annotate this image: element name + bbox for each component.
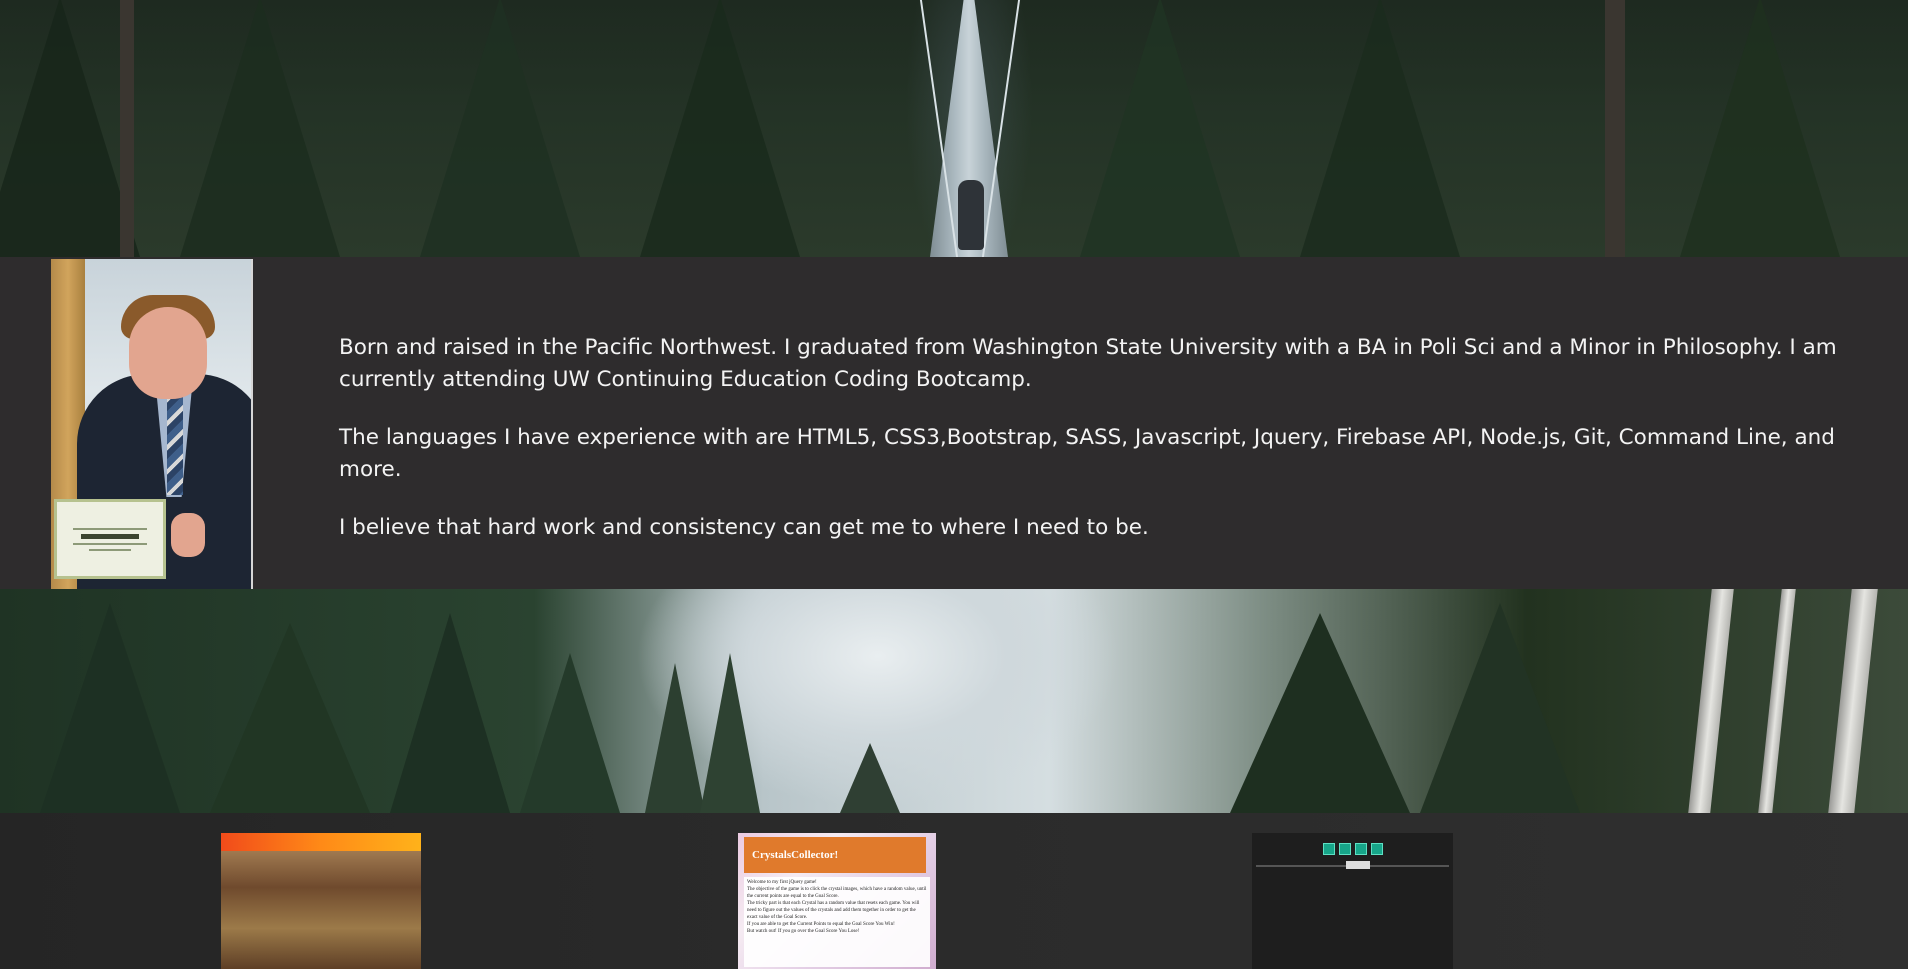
- crystals-title: CrystalsCollector!: [744, 837, 926, 873]
- crystals-description: Welcome to my first jQuery game! The obj…: [744, 877, 930, 967]
- crystals-line: Welcome to my first jQuery game!: [747, 880, 817, 885]
- dark-app-button: [1338, 843, 1351, 855]
- crystals-line: If you are able to get the Current Point…: [747, 922, 895, 927]
- profile-photo: [51, 259, 253, 589]
- portfolio-card-dark[interactable]: [1252, 833, 1453, 969]
- dark-app-button: [1354, 843, 1367, 855]
- about-paragraph: The languages I have experience with are…: [339, 425, 1835, 482]
- food-app-overlay: [281, 883, 361, 913]
- dark-app-button: [1370, 843, 1383, 855]
- food-app-header: [221, 833, 421, 851]
- about-paragraph: Born and raised in the Pacific Northwest…: [339, 335, 1837, 392]
- crystals-line: The objective of the game is to click th…: [747, 887, 927, 899]
- crystals-line: But watch out! If you go over the Goal S…: [747, 929, 860, 934]
- hero-forest-bridge-image: [0, 0, 1908, 257]
- certificate-image: [54, 499, 166, 579]
- about-text: Born and raised in the Pacific Northwest…: [339, 332, 1859, 570]
- dark-app-button-group: [1252, 843, 1453, 855]
- dark-app-slider: [1256, 861, 1449, 869]
- portfolio-card-food[interactable]: [221, 833, 421, 969]
- hero-forest-mountain-image: [0, 589, 1908, 813]
- portfolio-card-crystals[interactable]: CrystalsCollector! Welcome to my first j…: [738, 833, 936, 969]
- about-paragraph: I believe that hard work and consistency…: [339, 515, 1149, 540]
- hiker-figure: [958, 180, 984, 250]
- crystals-line: The tricky part is that each Crystal has…: [747, 901, 920, 920]
- dark-app-button: [1322, 843, 1335, 855]
